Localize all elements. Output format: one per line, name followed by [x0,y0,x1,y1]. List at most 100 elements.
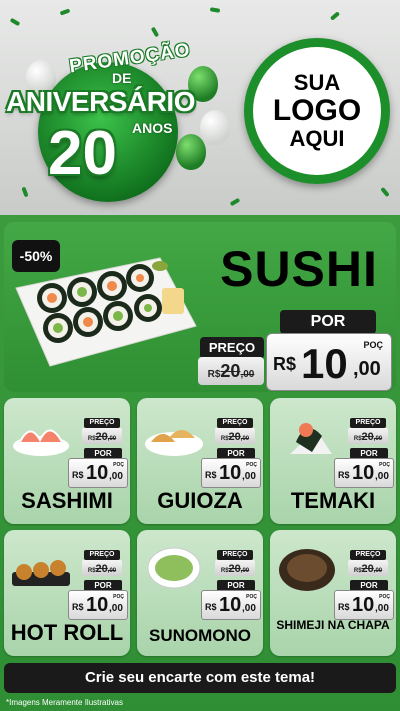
product-old-integer: 20 [361,563,374,575]
product-new-cents: ,00 [242,471,256,482]
product-card: PREÇO R$20,00 POR R$ 10,00 POÇ SHIMEJI NA CHAP… [270,530,396,656]
hero-preco-label: PREÇO [200,337,264,359]
product-new-integer: 10 [219,594,242,616]
product-name: TEMAKI [290,488,376,513]
product-new-price: R$ 10,00 POÇ [334,458,394,488]
product-preco-label: PREÇO [217,418,253,428]
hero-old-price: R$20,00 [198,357,264,385]
product-new-price: R$ 10,00 POÇ [201,458,261,488]
product-name: GUIOZA [157,488,243,513]
hero-new-cents: ,00 [353,358,381,380]
badge-anos-text: ANOS [132,120,173,136]
product-new-price: R$ 10,00 POÇ [68,590,128,620]
logo-line-2: LOGO [272,94,362,127]
product-old-price: R$20,00 [82,560,122,576]
hero-old-integer: 20 [220,361,241,381]
product-new-unit: POÇ [113,594,124,600]
product-old-currency: R$ [220,436,229,442]
header-banner: PROMOÇÃO DE ANIVERSÁRIO 20 ANOS SUA LOGO… [0,0,400,215]
product-new-currency: R$ [72,602,84,612]
balloon-icon [200,110,230,146]
product-old-price: R$20,00 [348,428,388,444]
product-image [10,544,72,592]
product-new-integer: 10 [86,594,109,616]
product-name: SASHIMI [21,488,113,513]
disclaimer-text: *Imagens Meramente Ilustrativas [6,698,123,707]
product-new-currency: R$ [72,470,84,480]
product-new-unit: POÇ [113,462,124,468]
product-new-currency: R$ [205,602,217,612]
product-preco-label: PREÇO [84,418,120,428]
hero-new-unit: POÇ [363,340,383,350]
confetti [209,7,221,13]
product-old-price: R$20,00 [82,428,122,444]
product-image [143,544,205,592]
product-card: PREÇO R$20,00 POR R$ 10,00 POÇ SUNOMONO [137,530,263,656]
product-old-cents: ,00 [107,568,117,574]
logo-placeholder: SUA LOGO AQUI [244,38,390,184]
product-old-cents: ,00 [240,436,250,442]
product-new-unit: POÇ [246,594,257,600]
hero-por-label: POR [280,310,376,334]
product-name: HOT ROLL [10,620,124,645]
product-new-integer: 10 [352,462,375,484]
product-name: SHIMEJI NA CHAPA [276,618,390,632]
product-old-price: R$20,00 [215,428,255,444]
product-image [276,544,338,592]
product-old-cents: ,00 [107,436,117,442]
product-preco-label: PREÇO [350,550,386,560]
badge-aniversario-text: ANIVERSÁRIO [6,86,195,117]
product-old-cents: ,00 [373,568,383,574]
product-preco-label: PREÇO [350,418,386,428]
product-new-currency: R$ [205,470,217,480]
discount-badge: -50% [12,240,60,272]
hero-old-currency: R$ [207,369,221,380]
balloon-icon [176,134,206,170]
product-old-currency: R$ [353,568,362,574]
hero-old-cents: ,00 [240,369,255,380]
badge-number: 20 [48,119,117,188]
hero-new-integer: 10 [301,340,348,387]
product-new-cents: ,00 [375,471,389,482]
product-image [276,412,338,460]
product-new-price: R$ 10,00 POÇ [334,590,394,620]
product-old-price: R$20,00 [215,560,255,576]
product-old-cents: ,00 [240,568,250,574]
product-new-currency: R$ [338,602,350,612]
product-new-currency: R$ [338,470,350,480]
confetti [150,26,160,38]
cta-banner[interactable]: Crie seu encarte com este tema! [4,663,396,693]
product-old-integer: 20 [95,563,108,575]
logo-line-1: SUA [293,70,341,95]
product-preco-label: PREÇO [84,550,120,560]
product-new-integer: 10 [86,462,109,484]
product-old-integer: 20 [228,563,241,575]
logo-line-3: AQUI [289,126,345,151]
product-image [143,412,205,460]
product-name: SUNOMONO [149,626,251,645]
product-new-price: R$ 10,00 POÇ [68,458,128,488]
product-new-unit: POÇ [379,462,390,468]
product-old-currency: R$ [220,568,229,574]
product-card: PREÇO R$20,00 POR R$ 10,00 POÇ HOT ROLL [4,530,130,656]
confetti [380,186,390,198]
product-preco-label: PREÇO [217,550,253,560]
product-old-integer: 20 [95,431,108,443]
product-card: PREÇO R$20,00 POR R$ 10,00 POÇ SASHIMI [4,398,130,524]
product-old-currency: R$ [87,436,96,442]
product-card: PREÇO R$20,00 POR R$ 10,00 POÇ GUIOZA [137,398,263,524]
product-new-integer: 10 [352,594,375,616]
product-new-unit: POÇ [246,462,257,468]
badge-de-text: DE [112,70,132,86]
product-old-integer: 20 [361,431,374,443]
product-new-cents: ,00 [242,603,256,614]
logo-inner-circle: SUA LOGO AQUI [253,47,381,175]
hero-title: SUSHI [220,241,378,297]
product-new-cents: ,00 [109,471,123,482]
product-old-currency: R$ [87,568,96,574]
product-old-currency: R$ [353,436,362,442]
confetti [59,8,71,16]
product-new-cents: ,00 [375,603,389,614]
product-old-cents: ,00 [373,436,383,442]
product-image [10,412,72,460]
